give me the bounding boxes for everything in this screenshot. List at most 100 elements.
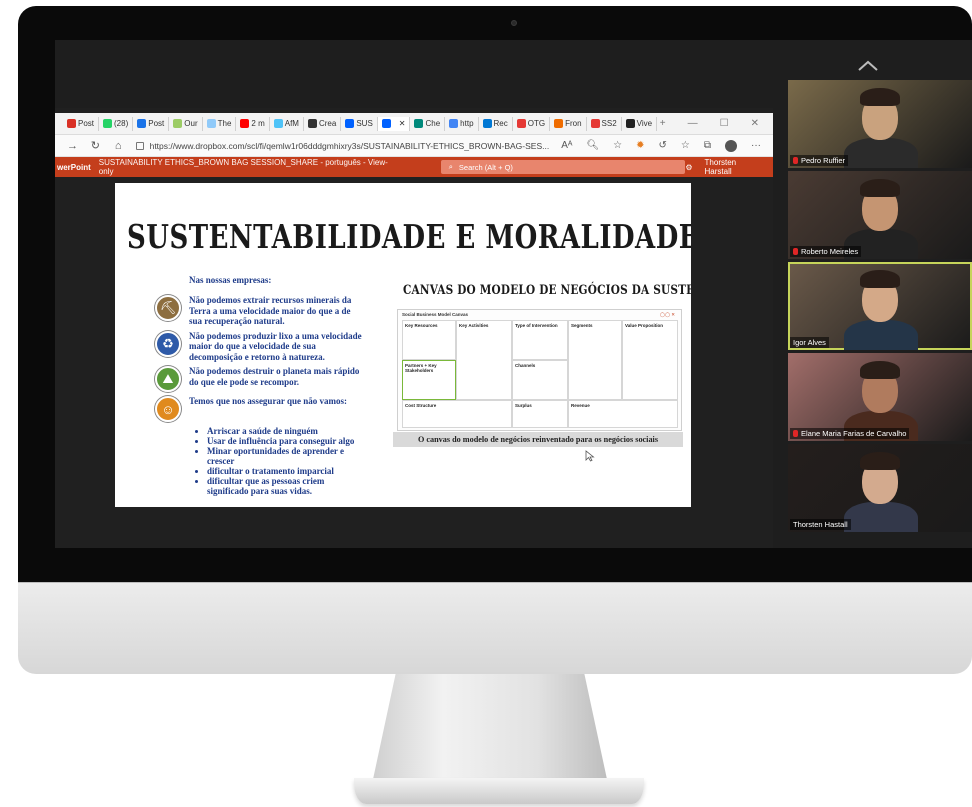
participant-name-tag: Pedro Ruffier: [790, 155, 849, 166]
cell-type-of-intervention: Type of Intervention: [512, 320, 568, 360]
landscape-icon: ⛰: [155, 366, 181, 392]
reload-icon[interactable]: ↻: [90, 139, 101, 152]
bullet-item: dificultar que as pessoas criem signific…: [207, 476, 365, 496]
cell-segments: Segments: [568, 320, 622, 400]
browser-tab[interactable]: Crea: [304, 116, 342, 131]
browser-tab[interactable]: Post: [133, 116, 170, 131]
dropbox-icon: [345, 119, 355, 128]
monitor-base: [354, 778, 644, 804]
favorites-icon[interactable]: ☆: [681, 140, 690, 151]
collections-icon[interactable]: ⧉: [704, 140, 711, 151]
tab-close-icon[interactable]: ✕: [399, 119, 406, 128]
participant-tile[interactable]: Igor Alves: [788, 262, 972, 350]
orange-icon: [554, 119, 564, 128]
principle-text: Temos que nos assegurar que não vamos:: [189, 396, 348, 406]
tab-label: SS2: [601, 119, 617, 128]
browser-tab[interactable]: Vive: [622, 116, 658, 131]
lock-icon: [135, 141, 144, 150]
browser-tab[interactable]: http: [445, 116, 479, 131]
bullet-list: Arriscar a saúde de ninguémUsar de influ…: [197, 426, 365, 496]
tab-label: Fron: [565, 119, 582, 128]
user-name[interactable]: Thorsten Harstall: [705, 158, 765, 176]
principle-item: ☺ Temos que nos assegurar que não vamos:: [155, 396, 365, 422]
browser-tab[interactable]: Fron: [550, 116, 587, 131]
pdf-icon: [590, 119, 600, 128]
browser-tab[interactable]: OTG: [513, 116, 551, 131]
participant-tile[interactable]: Elane Maria Farias de Carvalho: [788, 353, 972, 441]
teal-icon: [414, 119, 424, 128]
canvas-header: Social Business Model Canvas: [402, 312, 469, 317]
tab-label: (28): [114, 119, 129, 128]
browser-tab[interactable]: AfM: [270, 116, 304, 131]
page-icon: [206, 119, 216, 128]
browser-tab[interactable]: ✕: [377, 116, 411, 131]
browser-tab[interactable]: Our: [169, 116, 203, 131]
search-box[interactable]: ⌕ Search (Alt + Q): [440, 160, 686, 174]
bullet-item: Arriscar a saúde de ninguém: [207, 426, 365, 436]
tab-label: Che: [425, 119, 441, 128]
maximize-icon[interactable]: ☐: [720, 118, 729, 129]
notion-icon: [307, 119, 317, 128]
document-title[interactable]: SUSTAINABILITY ETHICS_BROWN BAG SESSION_…: [99, 158, 401, 176]
profile-avatar[interactable]: [725, 139, 737, 152]
read-aloud-icon[interactable]: Aᴬ: [561, 140, 572, 151]
minimize-icon[interactable]: —: [688, 118, 698, 129]
webcam-dot: [511, 20, 517, 26]
cell-channels: Channels: [512, 360, 568, 400]
participant-name-tag: Thorsten Hastall: [790, 519, 851, 530]
extension-icon[interactable]: ✹: [636, 140, 644, 151]
muted-mic-icon: [793, 430, 798, 437]
address-bar: → ↻ ⌂ https://www.dropbox.com/scl/fi/qem…: [55, 135, 773, 157]
app-name: werPoint: [57, 162, 91, 172]
participant-name: Igor Alves: [793, 338, 826, 347]
url-field[interactable]: https://www.dropbox.com/scl/fi/qemlw1r06…: [135, 141, 549, 151]
browser-tab[interactable]: (28): [99, 116, 134, 131]
monitor-mockup: Post (28) Post Our The 2 m AfM Crea SUS ✕ Che http R…: [0, 0, 972, 807]
mouse-cursor-icon: [585, 450, 595, 462]
refresh-icon[interactable]: ↺: [659, 140, 667, 151]
zoom-screen: Post (28) Post Our The 2 m AfM Crea SUS ✕ Che http R…: [55, 40, 972, 548]
participant-name-tag: Roberto Meireles: [790, 246, 862, 257]
bullet-item: Minar oportunidades de aprender e cresce…: [207, 446, 365, 466]
tab-label: Post: [78, 119, 95, 128]
participant-tile[interactable]: Pedro Ruffier: [788, 80, 972, 168]
browser-tab[interactable]: 2 m: [236, 116, 270, 131]
whatsapp-icon: [103, 119, 113, 128]
chevron-up-icon[interactable]: [857, 60, 879, 72]
browser-tab[interactable]: Rec: [479, 116, 513, 131]
browser-tab[interactable]: Post: [63, 116, 100, 131]
mining-icon: ⛏: [155, 295, 181, 321]
tab-label: 2 m: [251, 119, 265, 128]
tab-label: http: [460, 119, 474, 128]
back-arrow-icon[interactable]: →: [67, 140, 78, 152]
gear-icon[interactable]: ⚙: [685, 163, 692, 172]
presentation-slide: SUSTENTABILIDADE E MORALIDADE DO PAPEL N…: [115, 183, 691, 507]
more-icon[interactable]: ···: [751, 140, 761, 151]
participant-name-tag: Elane Maria Farias de Carvalho: [790, 428, 910, 439]
browser-tab[interactable]: Che: [410, 116, 446, 131]
new-tab-icon[interactable]: +: [660, 118, 666, 129]
principle-text: Não podemos extrair recursos minerais da…: [189, 295, 352, 326]
tab-label: Crea: [318, 119, 337, 128]
browser-tab[interactable]: SS2: [587, 116, 622, 131]
tab-label: SUS: [356, 119, 373, 128]
participant-name-tag: Igor Alves: [790, 337, 829, 348]
muted-mic-icon: [793, 157, 798, 164]
participant-tile[interactable]: Thorsten Hastall: [788, 444, 972, 532]
participant-name: Elane Maria Farias de Carvalho: [801, 429, 907, 438]
favorite-add-icon[interactable]: ☆: [613, 140, 622, 151]
participant-tile[interactable]: Roberto Meireles: [788, 171, 972, 259]
dropbox-icon: [381, 119, 391, 128]
browser-tab[interactable]: SUS: [341, 116, 378, 131]
cloud-icon: [482, 119, 492, 128]
cell-revenue: Revenue: [568, 400, 678, 428]
subheading: Nas nossas empresas:: [189, 275, 272, 285]
principle-text: Não podemos destruir o planeta mais rápi…: [189, 366, 360, 387]
zoom-icon[interactable]: 🔍︎: [586, 140, 599, 151]
home-icon[interactable]: ⌂: [113, 140, 124, 152]
browser-tab[interactable]: The: [203, 116, 237, 131]
slide-title: SUSTENTABILIDADE E MORALIDADE DO PAPEL: [127, 219, 691, 257]
tab-label: OTG: [527, 119, 546, 128]
close-icon[interactable]: ✕: [751, 118, 759, 129]
cell-partners: Partners + Key Stakeholders: [402, 360, 456, 400]
